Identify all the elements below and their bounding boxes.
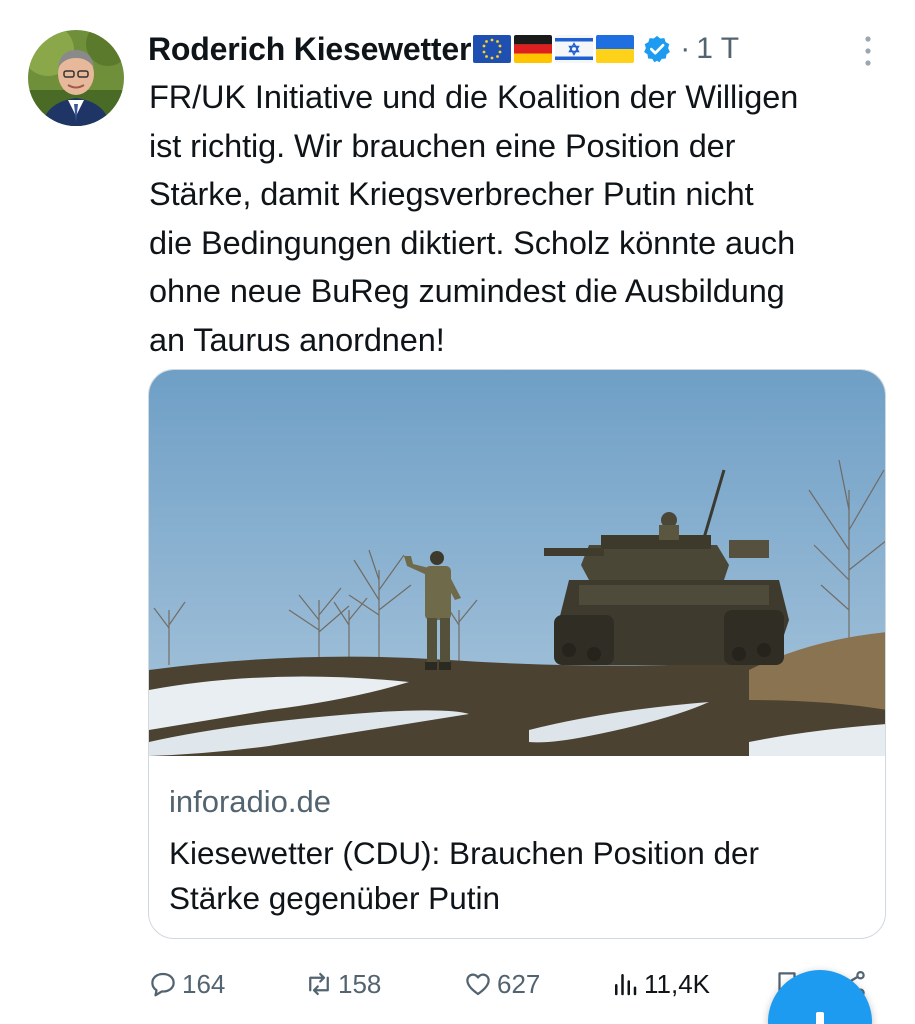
ukraine-flag-icon [596,35,635,63]
author-flags [473,35,635,63]
time-separator: · [680,32,691,65]
reply-icon [151,972,175,997]
israel-flag-icon [555,35,594,63]
like-count: 627 [497,968,541,999]
author-name[interactable]: Roderich Kiesewetter [148,31,471,68]
link-card[interactable]: inforadio.de Kiesewetter (CDU): Brauchen… [148,369,886,939]
views-chart-icon [615,974,637,996]
eu-flag-icon [473,35,512,63]
card-image[interactable] [149,370,885,756]
card-title: Kiesewetter (CDU): Brauchen Position der… [169,835,759,916]
plus-icon [816,1012,824,1024]
post-text: FR/UK Initiative und die Koalition der W… [149,79,799,358]
views-button[interactable]: 11,4K [610,960,710,1008]
post-time[interactable]: 1 T [696,32,739,66]
like-button[interactable]: 627 [463,960,540,1008]
card-domain: inforadio.de [169,784,332,819]
repost-icon [309,972,329,996]
more-options-icon[interactable] [865,36,871,66]
repost-count: 158 [338,968,382,999]
views-count: 11,4K [644,968,711,999]
verified-badge-icon[interactable] [642,34,672,64]
repost-button[interactable]: 158 [304,960,381,1008]
reply-count: 164 [182,968,226,999]
post-header: Roderich Kiesewetter · 1 T [148,26,875,72]
author-avatar[interactable] [28,30,124,126]
germany-flag-icon [514,35,553,63]
reply-button[interactable]: 164 [148,960,225,1008]
heart-icon [466,973,490,996]
